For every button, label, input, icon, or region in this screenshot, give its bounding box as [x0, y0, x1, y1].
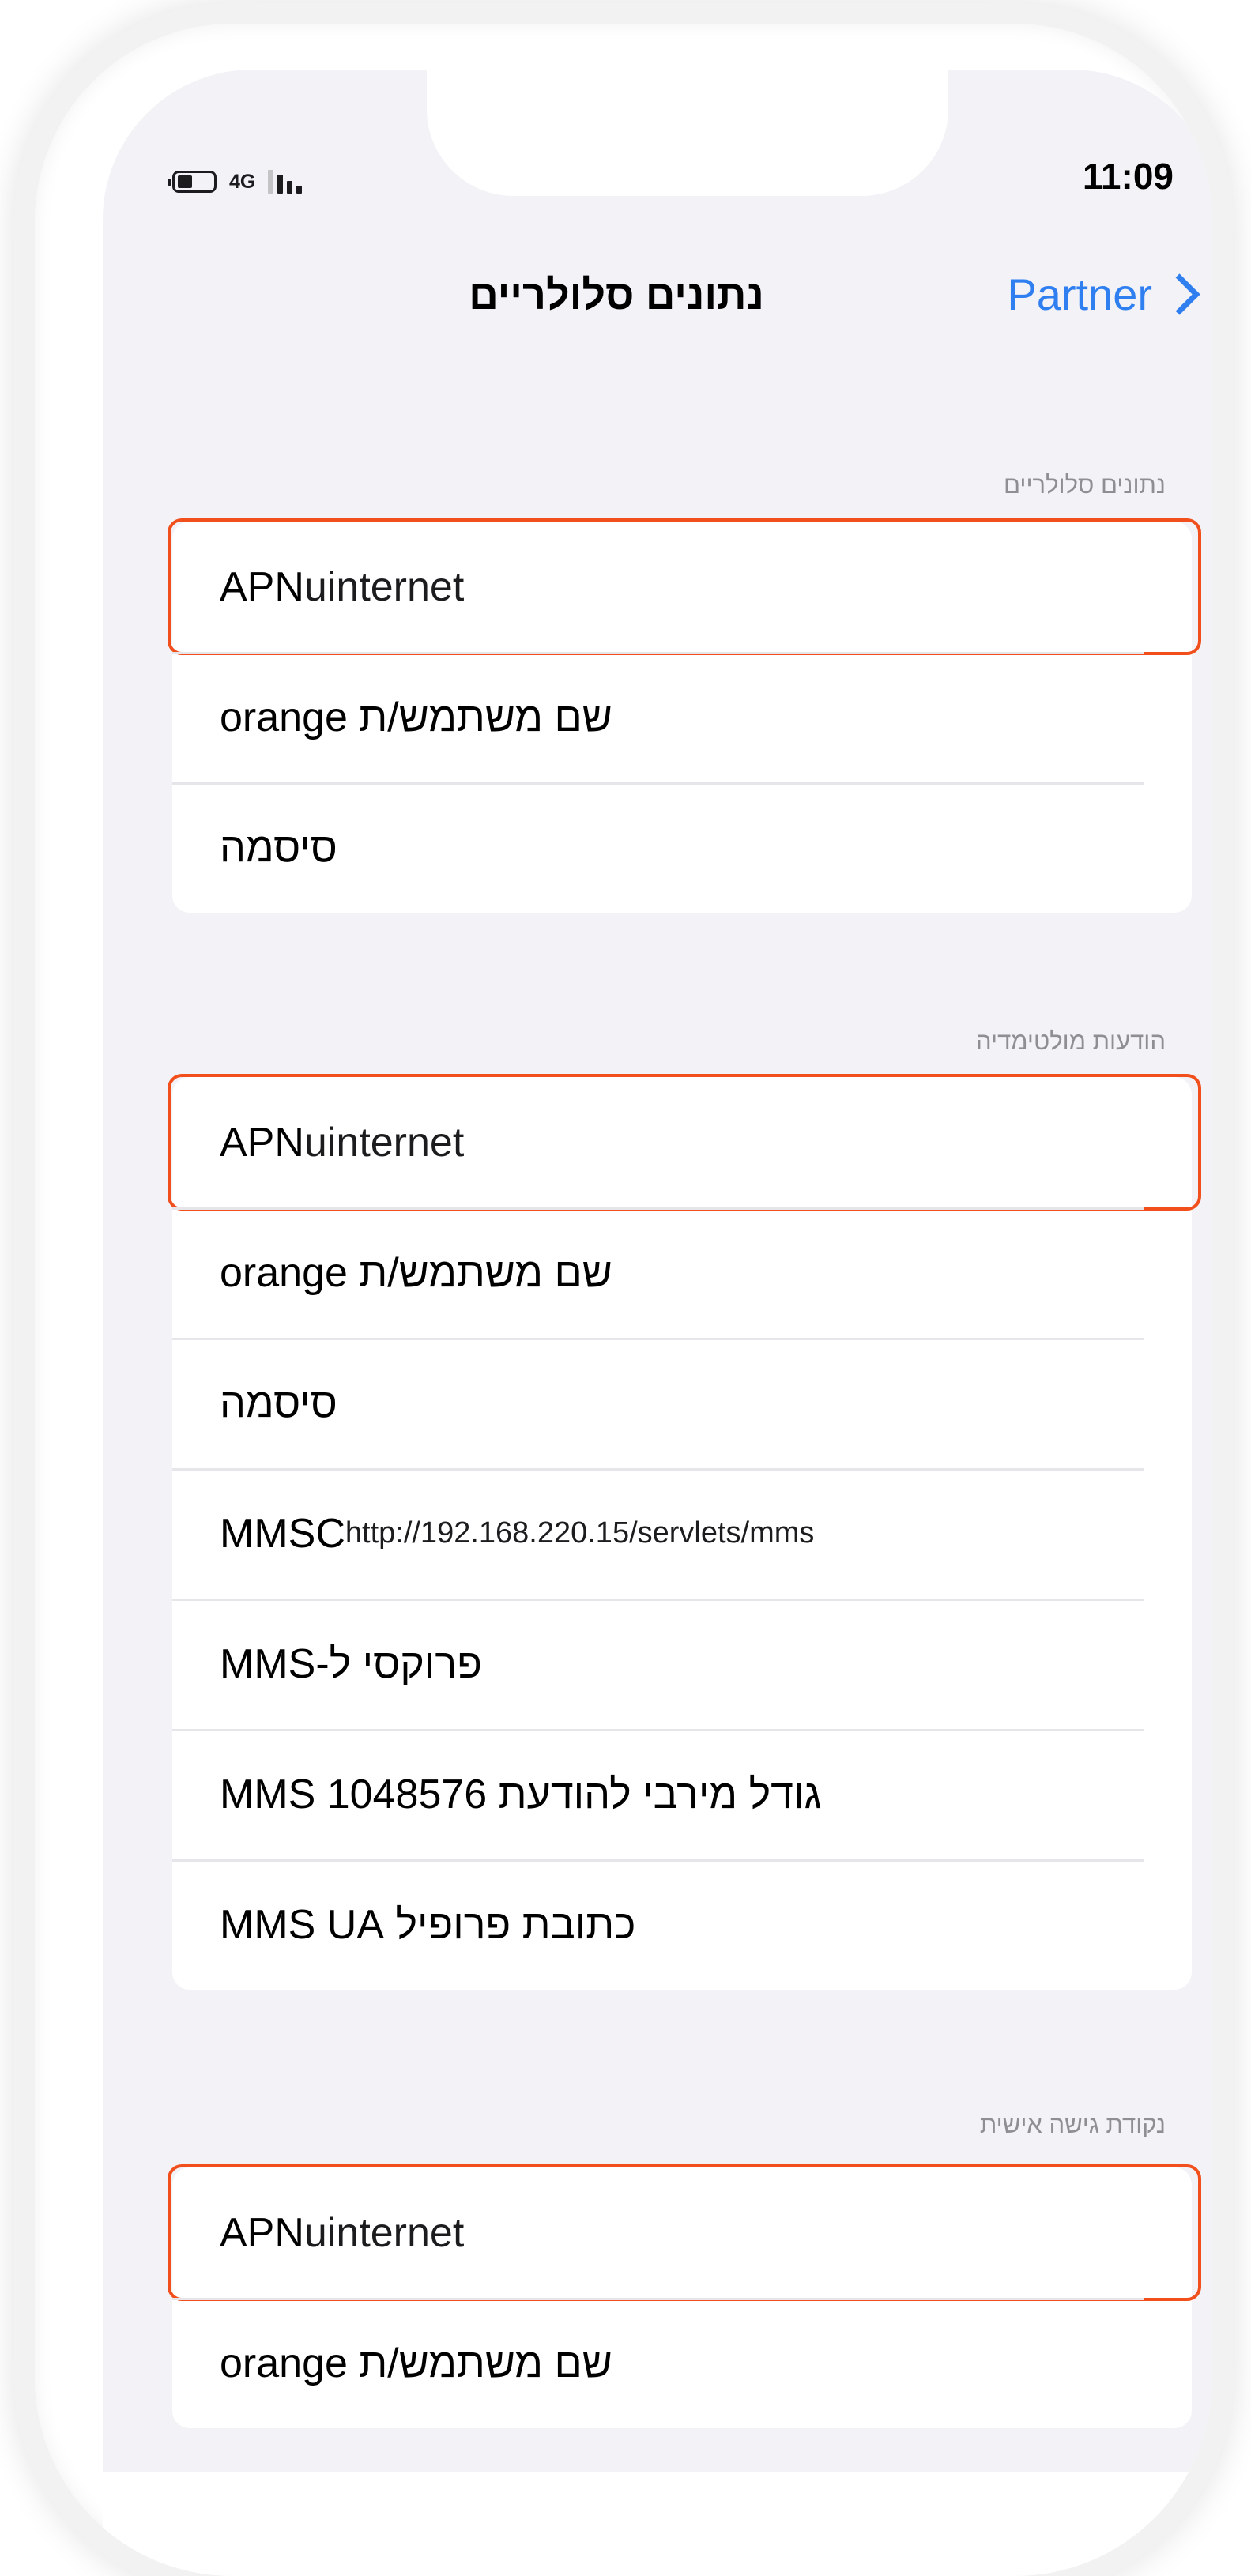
- apn-label: APN: [220, 563, 304, 610]
- mms-apn-row[interactable]: APN uinternet: [168, 1074, 1201, 1211]
- notch: [427, 70, 948, 196]
- hotspot-username-row[interactable]: שם משתמש/ת orange: [172, 2298, 1192, 2428]
- apn-label: APN: [220, 2209, 304, 2256]
- username-field[interactable]: שם משתמש/ת orange: [220, 694, 612, 741]
- mms-password-row[interactable]: סיסמה: [172, 1338, 1192, 1468]
- network-type: 4G: [229, 170, 256, 193]
- mms-max-size-field[interactable]: גודל מירבי להודעת MMS 1048576: [220, 1771, 821, 1818]
- mmsc-row[interactable]: MMSC http://192.168.220.15/servlets/mms: [172, 1468, 1192, 1599]
- back-button[interactable]: Partner: [1007, 269, 1200, 320]
- mmsc-label: MMSC: [220, 1510, 345, 1557]
- cellular-data-card: APN uinternet שם משתמש/ת orange סיסמה: [168, 518, 1201, 913]
- apn-value[interactable]: uinternet: [304, 563, 464, 611]
- battery-icon: [168, 171, 217, 193]
- username-field[interactable]: שם משתמש/ת orange: [220, 2340, 612, 2387]
- section-header-mms: הודעות מולטימדיה: [975, 1027, 1166, 1055]
- mms-username-row[interactable]: שם משתמש/ת orange: [172, 1207, 1192, 1338]
- apn-label: APN: [220, 1119, 304, 1166]
- section-header-personal-hotspot: נקודת גישה אישית: [979, 2111, 1166, 2138]
- cellular-apn-row[interactable]: APN uinternet: [168, 518, 1201, 655]
- back-label[interactable]: Partner: [1007, 269, 1152, 320]
- status-time: 11:09: [1082, 156, 1174, 197]
- mms-ua-profile-row[interactable]: כתובת פרופיל MMS UA: [172, 1859, 1192, 1990]
- phone-frame: 4G 11:09 נתונים סלולריים Partner נתונים …: [35, 24, 1212, 2576]
- status-bar-left: 4G: [168, 166, 303, 198]
- password-field[interactable]: סיסמה: [220, 1380, 337, 1427]
- personal-hotspot-card: APN uinternet שם משתמש/ת orange: [168, 2164, 1201, 2428]
- hotspot-apn-row[interactable]: APN uinternet: [168, 2164, 1201, 2301]
- settings-screen: 4G 11:09 נתונים סלולריים Partner נתונים …: [103, 70, 1212, 2576]
- apn-value[interactable]: uinternet: [304, 2209, 464, 2257]
- username-field[interactable]: שם משתמש/ת orange: [220, 1249, 612, 1297]
- chevron-back-icon[interactable]: [1159, 273, 1200, 315]
- cellular-password-row[interactable]: סיסמה: [172, 782, 1192, 913]
- mms-proxy-field[interactable]: פרוקסי ל-MMS: [220, 1640, 482, 1688]
- apn-value[interactable]: uinternet: [304, 1119, 464, 1166]
- signal-icon: [268, 170, 303, 194]
- mms-card: APN uinternet שם משתמש/ת orange סיסמה MM…: [168, 1074, 1201, 1990]
- mms-max-size-row[interactable]: גודל מירבי להודעת MMS 1048576: [172, 1729, 1192, 1859]
- page-title: נתונים סלולריים: [469, 273, 764, 318]
- section-header-cellular-data: נתונים סלולריים: [1004, 471, 1166, 499]
- password-field[interactable]: סיסמה: [220, 824, 337, 872]
- mms-proxy-row[interactable]: פרוקסי ל-MMS: [172, 1599, 1192, 1729]
- bottom-bezel: [103, 2472, 1212, 2576]
- mmsc-value[interactable]: http://192.168.220.15/servlets/mms: [345, 1516, 815, 1550]
- mms-ua-profile-field[interactable]: כתובת פרופיל MMS UA: [220, 1901, 635, 1949]
- cellular-username-row[interactable]: שם משתמש/ת orange: [172, 652, 1192, 782]
